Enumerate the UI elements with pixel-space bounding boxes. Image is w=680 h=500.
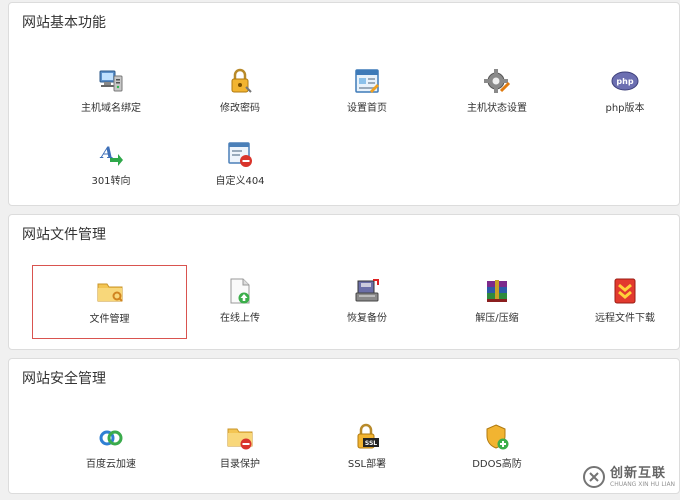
watermark-subtext: CHUANG XIN HU LIAN [610, 480, 676, 488]
tile-extract-compress[interactable]: 解压/压缩 [437, 269, 557, 339]
folder-icon [96, 277, 124, 305]
tile-directory-protect[interactable]: 目录保护 [180, 415, 300, 485]
tile-set-homepage[interactable]: 设置首页 [307, 59, 427, 129]
tile-label: 设置首页 [347, 103, 387, 114]
tile-host-status[interactable]: 主机状态设置 [437, 59, 557, 129]
svg-text:php: php [616, 77, 633, 86]
tile-custom-404[interactable]: 自定义404 [180, 132, 300, 202]
upload-icon [226, 277, 254, 305]
tile-label: php版本 [605, 103, 645, 114]
download-icon [611, 277, 639, 305]
tile-label: 百度云加速 [86, 459, 136, 470]
section-basic-functions: 网站基本功能 主机域名绑定 修改密码 设置首页 主机状态设置 php php版本… [8, 2, 680, 206]
tile-file-manager[interactable]: 文件管理 [32, 265, 187, 339]
folder-protect-icon [226, 423, 254, 451]
tile-domain-binding[interactable]: 主机域名绑定 [51, 59, 171, 129]
homepage-icon [353, 67, 381, 95]
tile-label: 自定义404 [215, 176, 265, 187]
section-title: 网站文件管理 [22, 227, 106, 243]
tile-restore-backup[interactable]: 恢复备份 [307, 269, 427, 339]
lock-icon [226, 67, 254, 95]
redirect-icon: A [97, 140, 125, 168]
section-title: 网站基本功能 [22, 15, 106, 31]
server-icon [97, 67, 125, 95]
tile-label: 恢复备份 [347, 313, 387, 324]
tile-label: 远程文件下载 [595, 313, 655, 324]
tile-label: 主机状态设置 [467, 103, 527, 114]
tile-change-password[interactable]: 修改密码 [180, 59, 300, 129]
tile-ddos-protection[interactable]: DDOS高防 [437, 415, 557, 485]
tile-label: 修改密码 [220, 103, 260, 114]
backup-icon [353, 277, 381, 305]
tile-online-upload[interactable]: 在线上传 [180, 269, 300, 339]
error-page-icon [226, 140, 254, 168]
tile-label: 解压/压缩 [475, 313, 519, 324]
tile-ssl-deploy[interactable]: SSL SSL部署 [307, 415, 427, 485]
gear-icon [483, 67, 511, 95]
section-file-management: 网站文件管理 文件管理 在线上传 恢复备份 解压/压缩 远程文件下载 [8, 214, 680, 350]
section-security-management: 网站安全管理 百度云加速 目录保护 SSL SSL部署 DDOS高防 [8, 358, 680, 494]
tile-label: 在线上传 [220, 313, 260, 324]
tile-label: 主机域名绑定 [81, 103, 141, 114]
php-icon: php [611, 67, 639, 95]
tile-label: DDOS高防 [472, 459, 522, 470]
ssl-icon: SSL [353, 423, 381, 451]
svg-text:SSL: SSL [365, 440, 377, 447]
tile-baidu-cloud-accel[interactable]: 百度云加速 [51, 415, 171, 485]
section-title: 网站安全管理 [22, 371, 106, 387]
brand-logo-icon [583, 466, 605, 488]
archive-icon [483, 277, 511, 305]
tile-label: 文件管理 [89, 314, 130, 325]
tile-301-redirect[interactable]: A 301转向 [51, 132, 171, 202]
watermark-logo: 创新互联 CHUANG XIN HU LIAN [582, 460, 680, 494]
shield-icon [483, 423, 511, 451]
tile-remote-download[interactable]: 远程文件下载 [565, 269, 680, 339]
tile-label: 目录保护 [220, 459, 260, 470]
tile-label: 301转向 [91, 176, 131, 187]
tile-php-version[interactable]: php php版本 [565, 59, 680, 129]
cloud-icon [97, 423, 125, 451]
watermark-text: 创新互联 [610, 465, 667, 481]
tile-label: SSL部署 [347, 459, 387, 470]
